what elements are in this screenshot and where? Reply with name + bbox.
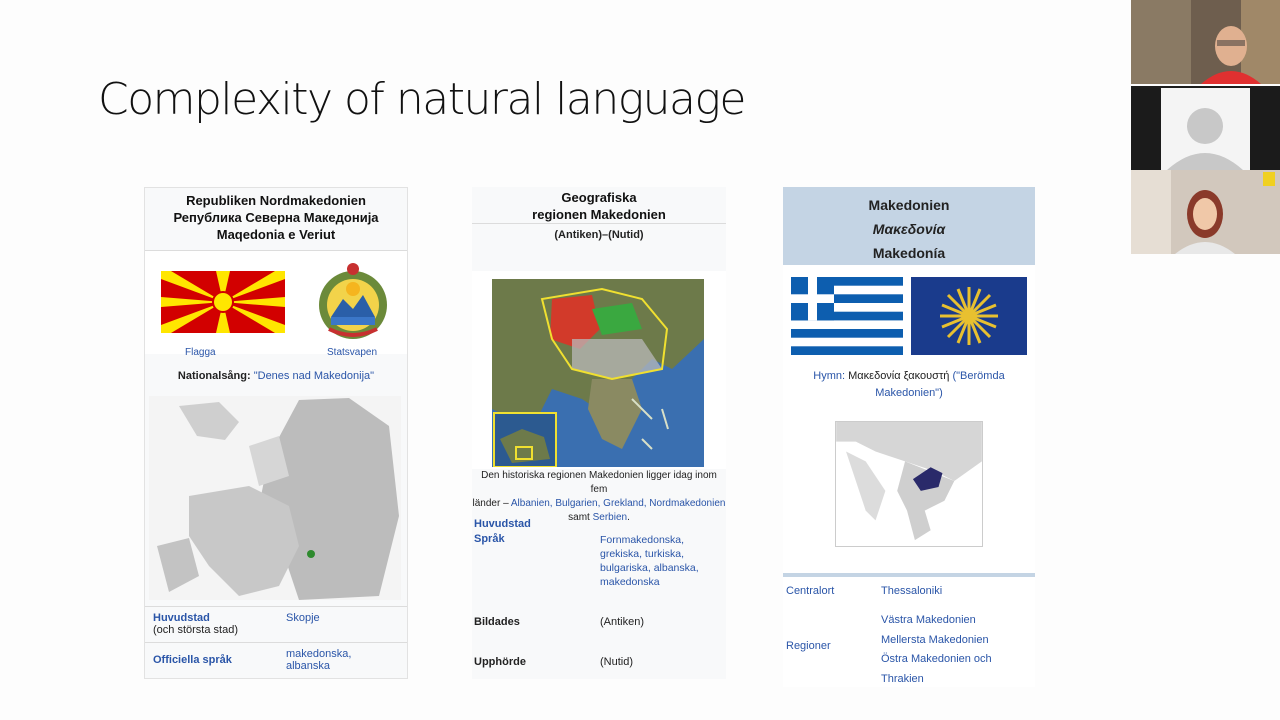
flag-and-coat-section: Flagga Statsvapen (145, 250, 407, 358)
hymn-row: Hymn: Μακεδονία ξακουστή ("Berömda Maked… (813, 370, 1005, 399)
north-macedonia-flag[interactable] (161, 271, 285, 333)
languages-list[interactable]: Fornmakedonska, grekiska, turkiska, bulg… (600, 533, 699, 589)
participant-video-tile-1[interactable] (1131, 0, 1280, 84)
language-label: Språk (474, 533, 505, 545)
ended-label: Upphörde (474, 656, 526, 668)
centralort-label[interactable]: Centralort (786, 585, 834, 597)
period-subtitle: (Antiken)–(Nutid) (554, 229, 644, 241)
regioner-label[interactable]: Regioner (786, 640, 831, 652)
region-description: Den historiska regionen Makedonien ligge… (472, 470, 726, 523)
ended-value: (Nutid) (600, 656, 634, 668)
coat-of-arms-icon[interactable] (311, 259, 395, 343)
greece-flag[interactable] (791, 277, 903, 355)
participant-video-tile-3[interactable] (1131, 170, 1280, 254)
regions-list[interactable]: Västra Makedonien Mellersta Makedonien Ö… (881, 611, 992, 689)
capital-label: Huvudstad (och största stad) (153, 612, 238, 636)
infobox-title: Republiken Nordmakedonien Република Севе… (173, 193, 379, 242)
region-map-section (472, 271, 726, 469)
participant-video-frame (1131, 170, 1280, 254)
centralort-link[interactable]: Thessaloniki (881, 585, 942, 597)
presentation-slide: Complexity of natural language Republike… (0, 0, 1280, 720)
serbia-link[interactable]: Serbien (593, 512, 627, 523)
formed-value: (Antiken) (600, 616, 645, 628)
flag-caption[interactable]: Flagga (185, 347, 216, 358)
infobox-title: Geografiska regionen Makedonien (532, 190, 666, 222)
participant-video-tile-2[interactable] (1131, 86, 1280, 170)
avatar-placeholder-icon (1131, 88, 1280, 170)
macedonia-region-infobox: Geografiska regionen Makedonien (Antiken… (472, 187, 726, 679)
europe-locator-map (149, 396, 401, 600)
section-divider (783, 573, 1035, 577)
countries-links[interactable]: Albanien, Bulgarien, Grekland, Nordmaked… (511, 498, 726, 509)
hymn-link[interactable]: ("Berömda (952, 370, 1004, 382)
greek-macedonia-infobox: Makedonien Μακεδονία Makedonía Hymn: Μακ… (783, 187, 1035, 687)
greece-locator-map (835, 421, 983, 547)
infobox-title: Makedonien Μακεδονία Makedonía (783, 187, 1035, 265)
coat-caption[interactable]: Statsvapen (327, 347, 377, 358)
anthem-link[interactable]: "Denes nad Makedonija" (254, 370, 374, 382)
capital-link[interactable]: Skopje (286, 612, 320, 624)
participant-video-frame (1131, 0, 1280, 84)
capital-label: Huvudstad (474, 518, 531, 530)
satellite-region-map[interactable] (492, 279, 704, 467)
official-languages-label: Officiella språk (153, 654, 232, 666)
vergina-sun-flag[interactable] (911, 277, 1027, 355)
anthem-row: Nationalsång: "Denes nad Makedonija" (177, 370, 375, 382)
official-languages-links[interactable]: makedonska, albanska (286, 648, 351, 672)
slide-title: Complexity of natural language (98, 74, 746, 125)
north-macedonia-infobox: Republiken Nordmakedonien Република Севе… (144, 187, 408, 679)
formed-label: Bildades (474, 616, 520, 628)
